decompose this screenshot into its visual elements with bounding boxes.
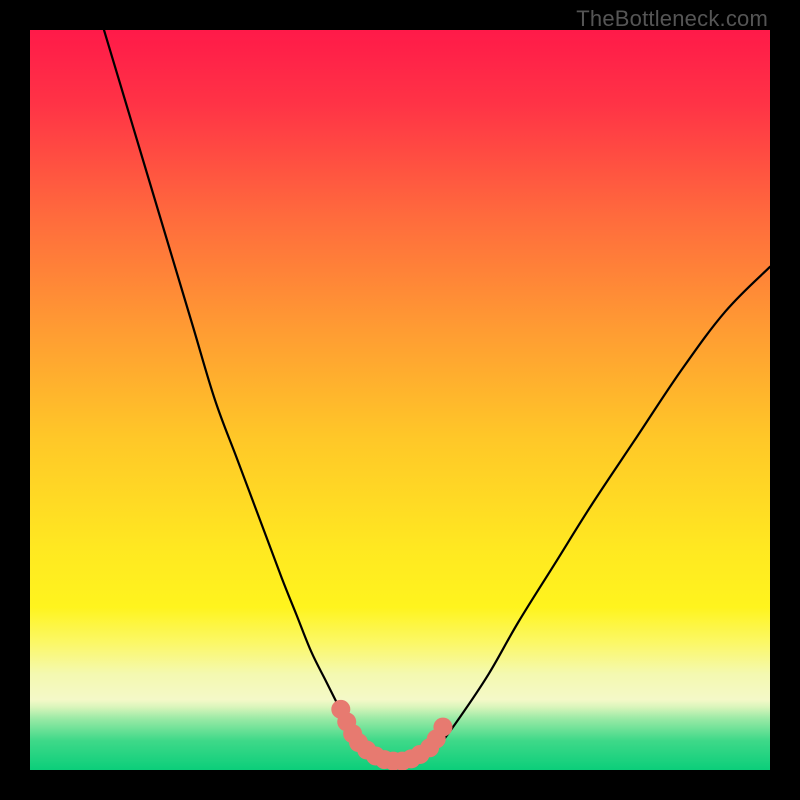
outer-frame: TheBottleneck.com bbox=[0, 0, 800, 800]
plot-area bbox=[30, 30, 770, 770]
background-gradient bbox=[30, 30, 770, 770]
attribution-text: TheBottleneck.com bbox=[576, 6, 768, 32]
